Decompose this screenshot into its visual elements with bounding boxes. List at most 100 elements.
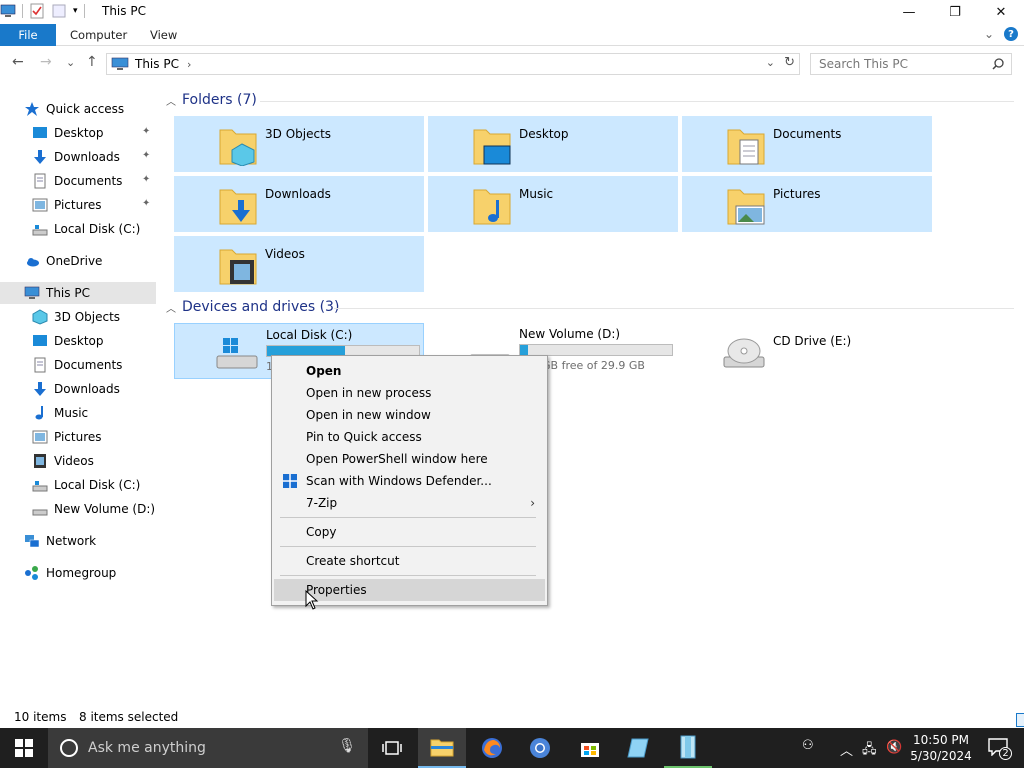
folder-tile-3d-objects[interactable]: 3D Objects bbox=[174, 116, 424, 172]
menu-item-copy[interactable]: Copy bbox=[274, 521, 545, 543]
menu-item-create-shortcut[interactable]: Create shortcut bbox=[274, 550, 545, 572]
sidebar-item-music[interactable]: Music bbox=[32, 402, 88, 424]
music-note-icon bbox=[35, 406, 43, 420]
devices-group-header[interactable]: ︿ Devices and drives (3) bbox=[166, 299, 339, 315]
sidebar-item-pictures[interactable]: Pictures bbox=[32, 426, 102, 448]
taskbar-app-document[interactable] bbox=[664, 728, 712, 768]
taskbar-store[interactable] bbox=[566, 728, 614, 768]
group-title: Folders (7) bbox=[182, 92, 257, 108]
sidebar-item-new-volume[interactable]: New Volume (D:) bbox=[32, 498, 155, 520]
tab-view[interactable]: View bbox=[150, 24, 177, 46]
network-tray-icon[interactable]: 🖧 bbox=[862, 740, 877, 762]
sidebar-item-label: Videos bbox=[54, 454, 94, 468]
minimize-button[interactable]: — bbox=[886, 0, 932, 24]
tab-file[interactable]: File bbox=[0, 24, 56, 46]
sidebar-item-pictures[interactable]: Pictures bbox=[32, 194, 102, 216]
volume-muted-icon[interactable]: 🔇 bbox=[886, 740, 902, 755]
address-dropdown-icon[interactable]: ⌄ bbox=[766, 56, 775, 69]
folder-label: Documents bbox=[773, 127, 842, 141]
refresh-icon[interactable]: ↻ bbox=[784, 55, 795, 70]
folder-tile-videos[interactable]: Videos bbox=[174, 236, 424, 292]
menu-item-defender[interactable]: Scan with Windows Defender... bbox=[274, 470, 545, 492]
folder-tile-documents[interactable]: Documents bbox=[682, 116, 932, 172]
taskbar-search-box[interactable]: Ask me anything 🎙 bbox=[48, 728, 368, 768]
people-icon[interactable]: ⚇ bbox=[802, 738, 814, 753]
group-divider bbox=[260, 101, 1014, 102]
breadcrumb-arrow-icon[interactable]: › bbox=[187, 58, 191, 71]
sidebar-item-videos[interactable]: Videos bbox=[32, 450, 94, 472]
taskbar-file-explorer[interactable] bbox=[418, 728, 466, 768]
action-center-button[interactable]: 2 bbox=[988, 738, 1012, 760]
pictures-icon bbox=[32, 198, 48, 212]
breadcrumb-this-pc[interactable]: This PC bbox=[135, 57, 179, 71]
menu-item-powershell[interactable]: Open PowerShell window here bbox=[274, 448, 545, 470]
menu-item-7zip[interactable]: 7-Zip › bbox=[274, 492, 545, 514]
folder-tile-downloads[interactable]: Downloads bbox=[174, 176, 424, 232]
this-pc-icon bbox=[111, 57, 129, 70]
task-view-button[interactable] bbox=[368, 728, 416, 768]
sidebar-item-label: Local Disk (C:) bbox=[54, 222, 141, 236]
taskbar-firefox[interactable] bbox=[468, 728, 516, 768]
pin-icon: ✦ bbox=[142, 150, 151, 161]
sidebar-item-documents[interactable]: Documents bbox=[32, 354, 122, 376]
drive-label: CD Drive (E:) bbox=[773, 334, 852, 348]
up-arrow-icon[interactable]: ↑ bbox=[86, 54, 98, 70]
menu-item-open-new-window[interactable]: Open in new window bbox=[274, 404, 545, 426]
sidebar-item-downloads[interactable]: Downloads bbox=[32, 378, 120, 400]
large-icons-view-icon[interactable] bbox=[1016, 713, 1024, 727]
sidebar-item-homegroup[interactable]: Homegroup bbox=[24, 562, 116, 584]
menu-separator bbox=[280, 546, 536, 547]
sidebar-item-documents[interactable]: Documents bbox=[32, 170, 122, 192]
help-icon[interactable]: ? bbox=[1004, 27, 1018, 41]
sidebar-item-downloads[interactable]: Downloads bbox=[32, 146, 120, 168]
sidebar-item-desktop[interactable]: Desktop bbox=[32, 122, 104, 144]
sidebar-item-onedrive[interactable]: OneDrive bbox=[24, 250, 102, 272]
menu-item-open-new-process[interactable]: Open in new process bbox=[274, 382, 545, 404]
tab-computer[interactable]: Computer bbox=[70, 24, 127, 46]
taskbar-app-notepad[interactable] bbox=[614, 728, 662, 768]
navigation-bar: ← → ⌄ ↑ This PC › ⌄ ↻ Search This PC bbox=[0, 50, 1024, 78]
sidebar-item-desktop[interactable]: Desktop bbox=[32, 330, 104, 352]
folder-tile-desktop[interactable]: Desktop bbox=[428, 116, 678, 172]
drive-usage-fill bbox=[520, 345, 528, 355]
menu-item-open[interactable]: Open bbox=[274, 360, 545, 382]
taskbar-clock[interactable]: 10:50 PM 5/30/2024 bbox=[906, 732, 976, 764]
close-button[interactable]: ✕ bbox=[978, 0, 1024, 24]
new-folder-icon[interactable] bbox=[51, 3, 67, 19]
folder-3d-objects-icon bbox=[219, 129, 257, 166]
back-arrow-icon[interactable]: ← bbox=[12, 54, 24, 70]
collapse-chevron-icon[interactable]: ︿ bbox=[166, 93, 176, 108]
menu-item-pin-quick-access[interactable]: Pin to Quick access bbox=[274, 426, 545, 448]
expand-ribbon-chevron-icon[interactable]: ⌄ bbox=[984, 27, 994, 41]
show-hidden-icons-chevron-icon[interactable]: ︿ bbox=[840, 740, 853, 759]
folder-tile-pictures[interactable]: Pictures bbox=[682, 176, 932, 232]
microphone-icon[interactable]: 🎙 bbox=[338, 738, 356, 754]
customize-toolbar-chevron-icon[interactable]: ▾ bbox=[73, 6, 78, 16]
drive-tile-cd-drive-e[interactable]: CD Drive (E:) bbox=[682, 323, 932, 379]
this-pc-icon[interactable] bbox=[0, 3, 16, 19]
collapse-chevron-icon[interactable]: ︿ bbox=[166, 300, 176, 315]
folder-tile-music[interactable]: Music bbox=[428, 176, 678, 232]
taskbar-chrome[interactable] bbox=[516, 728, 564, 768]
folder-music-icon bbox=[473, 189, 511, 225]
sidebar-item-label: Downloads bbox=[54, 150, 120, 164]
maximize-button[interactable]: ❐ bbox=[932, 0, 978, 24]
sidebar-item-3d-objects[interactable]: 3D Objects bbox=[32, 306, 120, 328]
drive-label: Local Disk (C:) bbox=[266, 328, 353, 342]
sidebar-item-local-disk[interactable]: Local Disk (C:) bbox=[32, 474, 140, 496]
cloud-icon bbox=[27, 258, 39, 267]
sidebar-item-quick-access[interactable]: Quick access bbox=[24, 98, 124, 120]
search-icon[interactable] bbox=[991, 54, 1005, 74]
recent-locations-chevron-icon[interactable]: ⌄ bbox=[66, 56, 75, 69]
search-input[interactable]: Search This PC bbox=[810, 53, 1012, 75]
address-bar[interactable]: This PC › ⌄ ↻ bbox=[106, 53, 800, 75]
sidebar-item-label: Pictures bbox=[54, 430, 102, 444]
forward-arrow-icon[interactable]: → bbox=[40, 54, 52, 70]
sidebar-item-local-disk[interactable]: Local Disk (C:) bbox=[32, 218, 140, 240]
folders-group-header[interactable]: ︿ Folders (7) bbox=[166, 92, 257, 108]
sidebar-item-this-pc[interactable]: This PC bbox=[0, 282, 156, 304]
start-button[interactable] bbox=[0, 728, 48, 768]
sidebar-item-network[interactable]: Network bbox=[24, 530, 96, 552]
properties-check-icon[interactable] bbox=[29, 3, 45, 19]
star-icon bbox=[25, 102, 39, 116]
